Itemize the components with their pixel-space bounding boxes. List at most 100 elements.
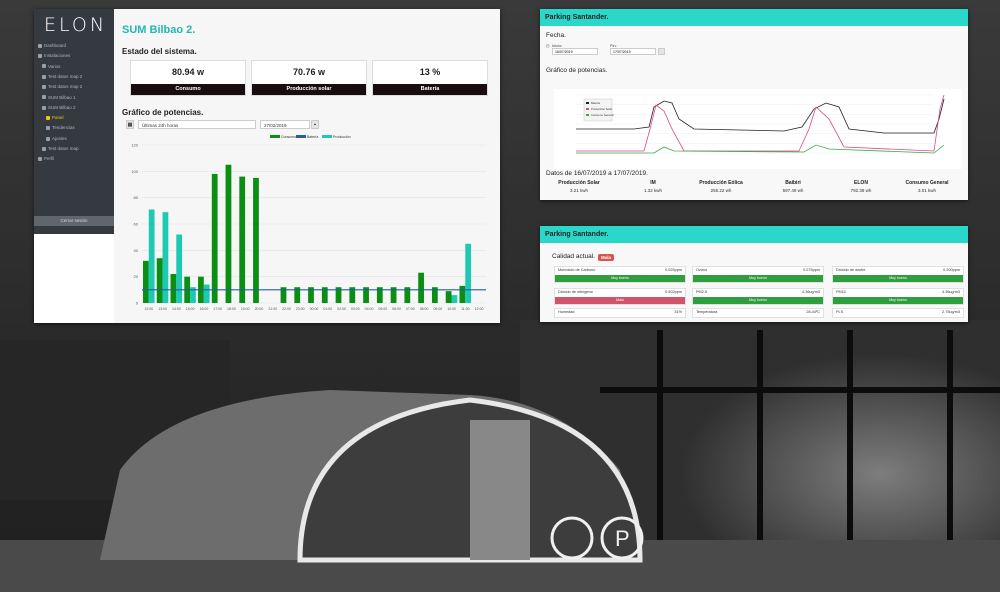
summary-value: 1.32 kwh [643, 188, 662, 193]
stat-bateria: 13 % Batería [372, 60, 488, 96]
search-icon[interactable] [658, 48, 665, 55]
summary-value: 255.22 wh [710, 188, 732, 193]
sidebar-item[interactable]: SUM Bilbao 1 [42, 95, 76, 100]
sidebar-item[interactable]: Varios [42, 64, 60, 69]
sidebar-item-label: Test datos map 2 [48, 73, 83, 79]
consumo-bar [143, 260, 149, 303]
produccion-bar [465, 243, 472, 303]
sidebar: ELON Dashboard Instalaciones Varios Test da… [34, 9, 114, 234]
air-quality-card: PM2.5 4.36ug/m3 Muy bueno [692, 288, 824, 305]
sidebar-item[interactable]: Ajustes [46, 136, 67, 141]
x-tick-label: 19:00 [241, 307, 250, 311]
menu-item-icon [42, 85, 46, 89]
pollutant-value: 4.36ug/m3 [942, 290, 960, 294]
legend-label: Producción [333, 135, 351, 139]
sidebar-item[interactable]: Instalaciones [38, 53, 70, 58]
quality-status-bar: Muy bueno [693, 297, 823, 304]
legend-label: Consumo [281, 135, 296, 139]
menu-item-icon [38, 54, 42, 59]
x-tick-label: 12:00 [475, 307, 484, 311]
sidebar-item[interactable]: Test datos map 2 [42, 74, 82, 79]
clock-icon: ◷ [546, 43, 550, 48]
sidebar-item-label: Test datos map [48, 146, 79, 151]
summary-label: Consumo General [905, 180, 949, 186]
pollutant-name: Dióxido de nitrógeno [558, 290, 593, 294]
elon-logo: ELON [44, 14, 108, 36]
y-tick-label: 120 [131, 143, 138, 148]
stat-value: 13 % [419, 67, 441, 77]
power-bar-chart: 0 20 40 60 80 100 120 Consumo Batería Producción 1… [131, 135, 486, 311]
main-content: SUM Bilbao 2. Estado del sistema. 80.94 … [114, 9, 500, 323]
summary-label: Baibiri [785, 180, 801, 186]
consumo-bar [459, 285, 466, 303]
x-tick-label: 05:00 [378, 307, 387, 311]
sidebar-item[interactable]: Dashboard [38, 43, 66, 48]
quality-status-bar: Muy bueno [833, 275, 963, 282]
summary-item: ELON 792.38 wh [826, 180, 896, 193]
sidebar-item-label: Test datos map 2 [48, 84, 83, 90]
x-tick-label: 00:00 [310, 307, 319, 311]
legend-swatch [270, 135, 280, 138]
parking-power-window: Parking Santander. Fecha. ◷ Inicio: 16/0… [540, 9, 968, 200]
legend-swatch [586, 114, 589, 116]
x-tick-label: 09:00 [433, 307, 442, 311]
summary-value: 3.01 kwh [917, 188, 936, 193]
y-tick-label: 0 [136, 301, 139, 306]
x-tick-label: 03:00 [351, 307, 360, 311]
logout-button[interactable]: Cerrar sesión [34, 216, 114, 226]
menu-item-icon [42, 146, 46, 151]
menu-item-icon [42, 105, 46, 110]
system-state-title: Estado del sistema. [122, 47, 197, 56]
fecha-label: Fecha. [546, 32, 566, 39]
x-tick-label: 20:00 [255, 307, 264, 311]
trash-icon[interactable]: ▪ [311, 120, 319, 129]
summary-label: IM [650, 180, 656, 186]
date-range-text: Datos de 16/07/2019 a 17/07/2019. [546, 170, 648, 177]
air-quality-card: Dióxido de nitrógeno 0.502ppm Malo [554, 288, 686, 305]
legend-swatch [586, 108, 589, 110]
date-input[interactable]: 27/02/2019 [260, 120, 310, 129]
calendar-icon[interactable]: ▦ [126, 120, 134, 129]
quality-status-bar: Muy bueno [693, 275, 823, 282]
pollutant-name: Monóxido de Carbono [558, 268, 596, 272]
legend-swatch [586, 102, 589, 104]
stat-label: Consumo [131, 84, 245, 95]
start-date-input[interactable]: 16/07/2019 [552, 48, 598, 55]
y-tick-label: 20 [134, 274, 139, 279]
quality-status-bar: Muy bueno [833, 297, 963, 304]
sidebar-item-label: Instalaciones [44, 53, 71, 59]
sidebar-item[interactable]: Tendencias [46, 125, 75, 130]
stat-label: Batería [373, 84, 487, 95]
sidebar-item[interactable]: Test datos map 2 [42, 84, 82, 89]
air-quality-card: Monóxido de Carbono 0.025ppm Muy bueno [554, 266, 686, 283]
menu-item-icon [42, 64, 46, 69]
produccion-bar [176, 234, 183, 303]
x-tick-label: 16:00 [200, 307, 209, 311]
pollutant-name: PLS [836, 310, 844, 314]
consumo-bar [239, 176, 246, 303]
x-tick-label: 21:00 [268, 307, 277, 311]
air-quality-window: Parking Santander. Calidad actual. Mala … [540, 226, 968, 322]
menu-item-icon [38, 157, 42, 162]
panel-header: Parking Santander. [540, 226, 968, 243]
sidebar-item[interactable]: Test datos map [42, 146, 79, 151]
pollutant-name: Humedad [558, 310, 575, 314]
sidebar-item[interactable]: SUM Bilbao 2 [42, 105, 76, 110]
pollutant-value: 0.075ppm [803, 268, 820, 272]
power-chart-title: Gráfico de potencias. [122, 108, 204, 117]
consumo-bar [156, 258, 163, 303]
pollutant-value: 0.200ppm [943, 268, 960, 272]
sidebar-item-label: SUM Bilbao 2 [48, 104, 76, 110]
sidebar-item-label: SUM Bilbao 1 [48, 94, 76, 100]
pollutant-value: 28.44ºC [806, 310, 820, 314]
consumo-bar [211, 173, 218, 303]
summary-value: 792.38 wh [850, 188, 872, 193]
sidebar-item[interactable]: Perfil [38, 156, 54, 161]
sidebar-item-label: Ajustes [52, 135, 67, 141]
range-select[interactable]: Últimas 24h horas [138, 120, 256, 129]
air-quality-card: PM10 4.36ug/m3 Muy bueno [832, 288, 964, 305]
elon-dashboard-window: ELON Dashboard Instalaciones Varios Test da… [34, 9, 500, 323]
sidebar-item[interactable]: Panel [46, 115, 64, 120]
end-date-input[interactable]: 17/07/2019 [610, 48, 656, 55]
summary-value: 597.49 wh [782, 188, 804, 193]
